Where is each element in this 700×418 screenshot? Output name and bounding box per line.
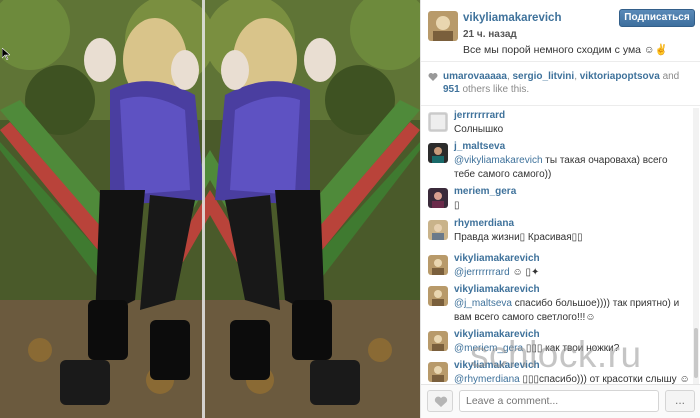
commenter-username[interactable]: j_maltseva	[454, 141, 505, 152]
liker-link[interactable]: umarovaaaaa	[443, 71, 507, 82]
likes-and-text: and	[662, 71, 680, 82]
comment-body: ▯▯▯спасибо))) от красотки слышу ☺	[522, 374, 690, 384]
follow-button[interactable]: Подписаться	[619, 9, 695, 27]
comment-text: Солнышко	[454, 124, 504, 135]
comment-text: @rhymerdiana ▯▯▯спасибо))) от красотки с…	[454, 373, 690, 384]
comment-input[interactable]	[459, 390, 659, 412]
heart-icon	[434, 396, 448, 407]
comment-text: @meriem_gera ▯▯▯ как твои ножки?	[454, 342, 690, 356]
commenter-avatar[interactable]	[428, 331, 448, 351]
photo-scene-mirrored	[210, 0, 420, 418]
liker-link[interactable]: sergio_litvini	[513, 71, 575, 82]
commenter-username[interactable]: rhymerdiana	[454, 218, 514, 229]
comments-scrollbar[interactable]	[693, 108, 699, 384]
comment-text: ▯	[454, 200, 460, 211]
post-time: 21 ч. назад	[463, 29, 517, 40]
commenter-username[interactable]: vikyliamakarevich	[454, 329, 540, 340]
commenter-username[interactable]: vikyliamakarevich	[454, 360, 540, 371]
photo-right-half	[210, 0, 420, 418]
comment-mention[interactable]: @rhymerdiana	[454, 374, 520, 384]
post-sidebar: vikyliamakarevich 21 ч. назад Все мы пор…	[420, 0, 700, 418]
likes-suffix: others like this.	[462, 84, 530, 95]
comment-text: @vikyliamakarevich ты такая очароваха) в…	[454, 154, 690, 182]
commenter-avatar[interactable]	[428, 362, 448, 382]
author-avatar[interactable]	[428, 11, 458, 41]
comment-mention[interactable]: @jerrrrrrrard	[454, 267, 510, 278]
comment-text: @jerrrrrrrard ☺ ▯✦	[454, 266, 690, 280]
post-photo[interactable]	[0, 0, 420, 418]
comment-mention[interactable]: @meriem_gera	[454, 343, 523, 354]
photo-left-half	[0, 0, 210, 418]
author-username[interactable]: vikyliamakarevich	[463, 12, 561, 24]
commenter-username[interactable]: jerrrrrrrard	[454, 110, 505, 121]
like-button[interactable]	[427, 390, 453, 412]
comment-text: @j_maltseva спасибо большое)))) так прия…	[454, 297, 690, 325]
commenter-username[interactable]: meriem_gera	[454, 186, 516, 197]
mouse-cursor-icon	[2, 48, 10, 60]
comment-mention[interactable]: @j_maltseva	[454, 298, 512, 309]
comment-text: Правда жизни▯ Красивая▯▯	[454, 232, 583, 243]
comment-body: ☺ ▯✦	[512, 267, 540, 278]
post-header: vikyliamakarevich 21 ч. назад Все мы пор…	[421, 0, 700, 62]
heart-icon	[428, 73, 438, 81]
commenter-avatar[interactable]	[428, 255, 448, 275]
comments-list: jerrrrrrrard Солнышко j_maltseva @vikyli…	[421, 108, 693, 384]
comment-bar: ...	[421, 384, 700, 418]
commenter-username[interactable]: vikyliamakarevich	[454, 284, 540, 295]
commenter-username[interactable]: vikyliamakarevich	[454, 253, 540, 264]
liker-link[interactable]: viktoriapoptsova	[580, 71, 660, 82]
commenter-avatar[interactable]	[428, 112, 448, 132]
comment-body: ▯▯▯ как твои ножки?	[525, 343, 620, 354]
commenter-avatar[interactable]	[428, 143, 448, 163]
commenter-avatar[interactable]	[428, 220, 448, 240]
avatar-image	[428, 11, 458, 41]
likes-summary: umarovaaaaa, sergio_litvini, viktoriapop…	[421, 66, 700, 106]
commenter-avatar[interactable]	[428, 188, 448, 208]
more-options-button[interactable]: ...	[665, 390, 695, 412]
likes-count[interactable]: 951	[443, 84, 460, 95]
commenter-avatar[interactable]	[428, 286, 448, 306]
post-caption: Все мы порой немного сходим с ума ☺✌	[463, 44, 668, 56]
photo-mirror-divider	[202, 0, 205, 418]
comment-mention[interactable]: @vikyliamakarevich	[454, 155, 543, 166]
scrollbar-thumb[interactable]	[694, 328, 698, 378]
photo-scene	[0, 0, 210, 418]
